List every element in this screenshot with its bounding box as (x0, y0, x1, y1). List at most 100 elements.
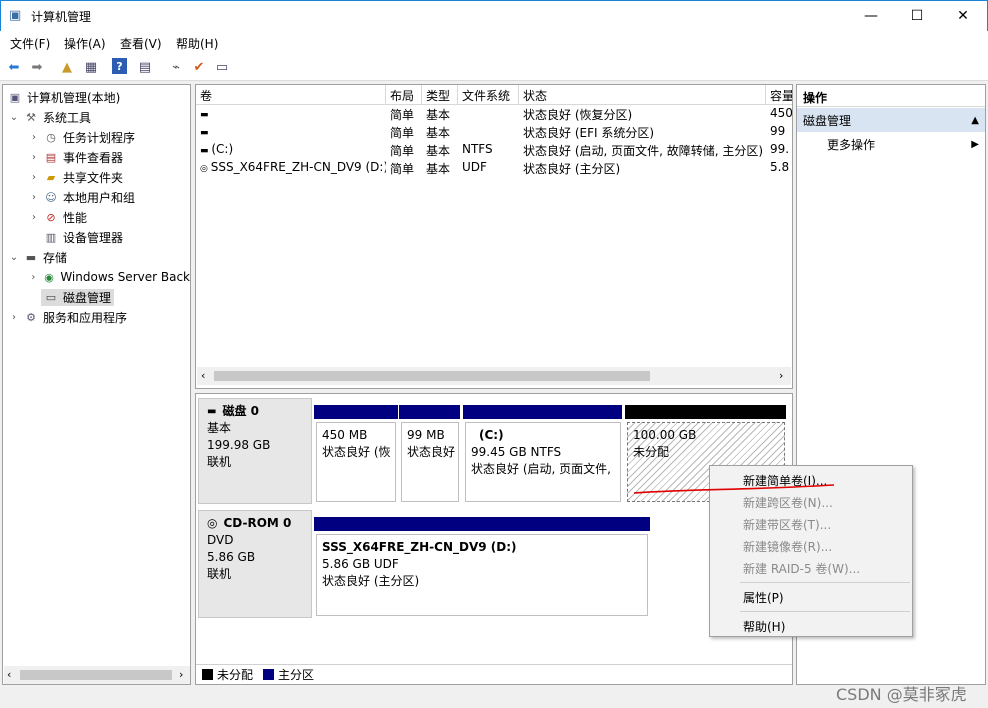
table-cell: 状态良好 (EFI 系统分区) (523, 126, 655, 140)
table-cell: NTFS (462, 142, 493, 156)
column-capacity[interactable]: 容量 (766, 85, 792, 104)
volume-horizontal-scrollbar[interactable]: ‹ › (197, 367, 791, 385)
menu-view[interactable]: 查看(V) (120, 35, 162, 52)
tree-label: 性能 (63, 210, 88, 225)
tree-task-scheduler[interactable]: › ◷ 任务计划程序 (3, 127, 190, 147)
table-row[interactable]: ◎ SSS_X64FRE_ZH-CN_DV9 (D:) 简单 基本 UDF 状态良好 (… (196, 159, 792, 177)
tree-label: 设备管理器 (63, 230, 124, 245)
scroll-left-icon[interactable]: ‹ (201, 369, 205, 382)
tree-root[interactable]: ▣ 计算机管理(本地) (3, 87, 190, 107)
chevron-right-icon[interactable]: › (27, 272, 40, 283)
check-icon[interactable]: ✔ (190, 58, 208, 76)
up-folder-icon[interactable]: ▲ (58, 58, 76, 76)
help-icon[interactable]: ? (112, 58, 127, 74)
partition-status: 状态良好 (启动, 页面文件, (471, 462, 611, 476)
partition-d-drive[interactable]: SSS_X64FRE_ZH-CN_DV9 (D:) 5.86 GB UDF 状态… (316, 534, 648, 616)
maximize-button[interactable]: ☐ (894, 1, 940, 31)
actions-more[interactable]: 更多操作 ▶ (797, 132, 985, 156)
properties-icon[interactable]: ▭ (213, 58, 231, 76)
connect-icon[interactable]: ⌁ (167, 58, 185, 76)
tree-services[interactable]: › ⚙ 服务和应用程序 (3, 307, 190, 327)
partition-status: 状态良好 (恢 (322, 445, 391, 459)
chevron-right-icon[interactable]: › (27, 212, 41, 223)
menu-separator (740, 582, 910, 583)
volume-list-header: 卷 布局 类型 文件系统 状态 容量 (196, 85, 792, 105)
menu-new-striped-volume: 新建带区卷(T)... (743, 518, 832, 532)
partition-recovery[interactable]: 450 MB 状态良好 (恢 (316, 422, 396, 502)
table-cell-volume: ▬ (196, 123, 386, 141)
services-icon: ⚙ (26, 310, 36, 324)
partition-bar-primary (463, 405, 622, 419)
menu-help[interactable]: 帮助(H) (743, 618, 785, 635)
column-filesystem[interactable]: 文件系统 (458, 85, 519, 104)
chevron-right-icon[interactable]: › (27, 152, 41, 163)
disk0-info[interactable]: ▬ 磁盘 0 基本 199.98 GB 联机 (198, 398, 312, 504)
tree-device-manager[interactable]: ▥ 设备管理器 (3, 227, 190, 247)
table-cell: 简单 (390, 126, 415, 140)
clock-icon: ◷ (46, 130, 56, 144)
tree-windows-backup[interactable]: › ◉ Windows Server Back (3, 267, 190, 287)
forward-arrow-icon[interactable]: ➡ (28, 58, 46, 76)
chevron-right-icon[interactable]: › (27, 132, 41, 143)
scroll-right-icon[interactable]: › (179, 668, 183, 681)
collapse-icon[interactable]: ▲ (971, 115, 979, 126)
minimize-button[interactable]: — (848, 1, 894, 31)
table-cell: 简单 (390, 108, 415, 122)
scroll-thumb[interactable] (214, 371, 650, 381)
column-status[interactable]: 状态 (519, 85, 766, 104)
scroll-thumb[interactable] (20, 670, 172, 680)
tree-event-viewer[interactable]: › ▤ 事件查看器 (3, 147, 190, 167)
cdrom0-size: 5.86 GB (207, 550, 256, 564)
menu-properties[interactable]: 属性(P) (743, 589, 784, 606)
partition-c-drive[interactable]: (C:) 99.45 GB NTFS 状态良好 (启动, 页面文件, (465, 422, 621, 502)
table-row[interactable]: ▬ (C:) 简单 基本 NTFS 状态良好 (启动, 页面文件, 故障转储, 主分区)… (196, 141, 792, 159)
partition-size: 99.45 GB NTFS (471, 445, 562, 459)
table-row[interactable]: ▬ 简单 基本 状态良好 (恢复分区) 450 (196, 105, 792, 123)
cdrom0-info[interactable]: ◎ CD-ROM 0 DVD 5.86 GB 联机 (198, 510, 312, 618)
actions-section-disk-management[interactable]: 磁盘管理 ▲ (797, 108, 985, 132)
tree-storage[interactable]: ⌄ ▬ 存储 (3, 247, 190, 267)
legend-primary: 主分区 (278, 668, 315, 682)
partition-efi[interactable]: 99 MB 状态良好 (401, 422, 459, 502)
menu-file[interactable]: 文件(F) (10, 35, 50, 52)
column-type[interactable]: 类型 (422, 85, 458, 104)
chevron-right-icon[interactable]: › (7, 312, 21, 323)
cd-icon: ◎ (207, 516, 218, 530)
storage-icon: ▬ (25, 250, 37, 264)
tree-disk-management[interactable]: ▭ 磁盘管理 (3, 287, 190, 307)
scroll-left-icon[interactable]: ‹ (7, 668, 11, 681)
table-cell: 状态良好 (启动, 页面文件, 故障转储, 主分区) (523, 144, 764, 158)
tree-system-tools[interactable]: ⌄ ⚒ 系统工具 (3, 107, 190, 127)
back-arrow-icon[interactable]: ⬅ (5, 58, 23, 76)
chevron-down-icon[interactable]: ⌄ (7, 112, 21, 123)
chevron-right-icon[interactable]: › (27, 172, 41, 183)
tree-shared-folders[interactable]: › ▰ 共享文件夹 (3, 167, 190, 187)
partition-size: 450 MB (322, 428, 368, 442)
tree-horizontal-scrollbar[interactable]: ‹ › (4, 666, 190, 684)
table-row[interactable]: ▬ 简单 基本 状态良好 (EFI 系统分区) 99 (196, 123, 792, 141)
column-volume[interactable]: 卷 (196, 85, 386, 104)
partition-size: 100.00 GB (633, 428, 697, 442)
action-pane-icon[interactable]: ▤ (136, 58, 154, 76)
partition-bar-primary (314, 405, 398, 419)
show-tree-icon[interactable]: ▦ (82, 58, 100, 76)
menu-help[interactable]: 帮助(H) (176, 35, 218, 52)
menu-new-mirrored-volume: 新建镜像卷(R)... (743, 540, 833, 554)
backup-icon: ◉ (44, 270, 54, 284)
close-button[interactable]: ✕ (940, 1, 986, 31)
tree-local-users[interactable]: › ☺ 本地用户和组 (3, 187, 190, 207)
legend-unallocated-swatch (202, 669, 213, 680)
scroll-right-icon[interactable]: › (779, 369, 783, 382)
tree-performance[interactable]: › ⊘ 性能 (3, 207, 190, 227)
column-layout[interactable]: 布局 (386, 85, 422, 104)
chevron-down-icon[interactable]: ⌄ (7, 252, 21, 263)
disk-icon: ▬ (207, 406, 217, 417)
disk0-kind: 基本 (207, 421, 232, 435)
disk-icon: ▬ (200, 128, 209, 138)
tree-label: 服务和应用程序 (43, 310, 128, 325)
chevron-right-icon[interactable]: › (27, 192, 41, 203)
menu-separator (740, 611, 910, 612)
users-icon: ☺ (45, 190, 57, 204)
actions-section-label: 磁盘管理 (803, 113, 852, 128)
menu-action[interactable]: 操作(A) (64, 35, 106, 52)
